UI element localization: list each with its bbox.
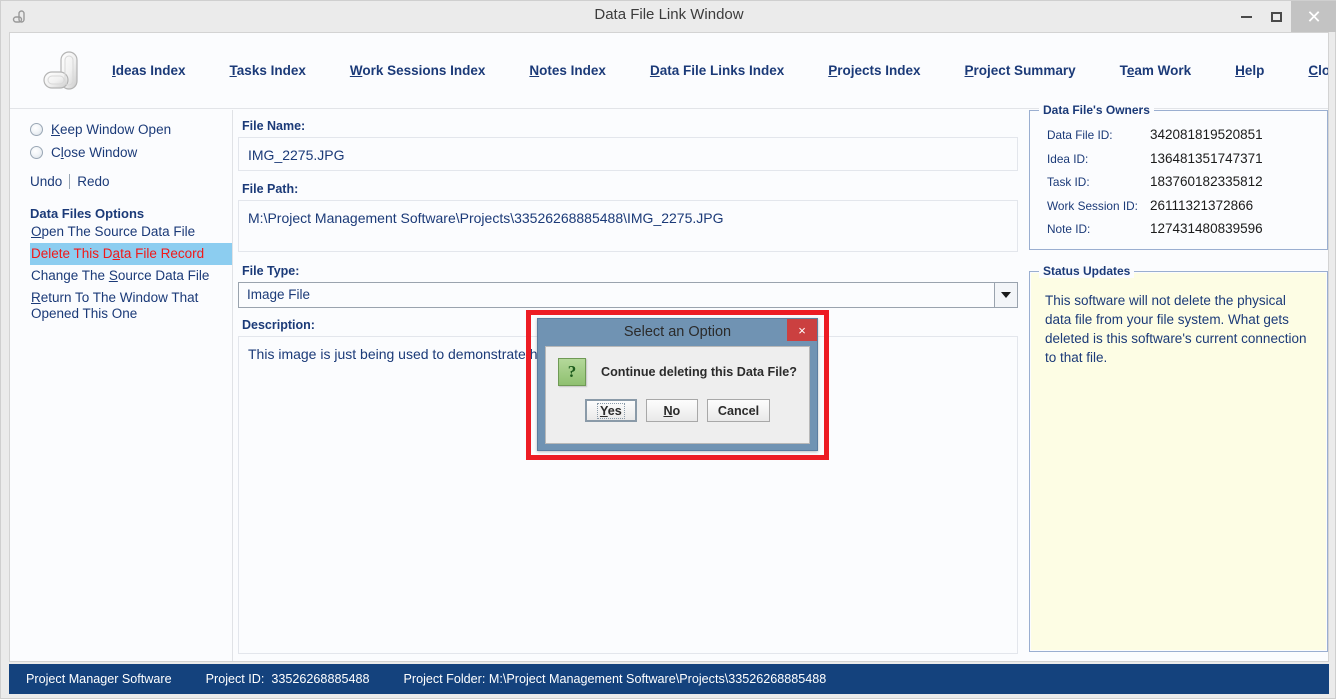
- owner-row: Note ID: 127431480839596: [1030, 221, 1327, 245]
- app-logo-icon: [7, 4, 33, 30]
- owner-row: Task ID: 183760182335812: [1030, 174, 1327, 198]
- radio-close-window-label: Close Window: [51, 145, 138, 160]
- nav-tasks-index[interactable]: Tasks Index: [230, 63, 306, 78]
- dialog-no-button[interactable]: No: [645, 399, 698, 422]
- owner-row: Data File ID: 342081819520851: [1030, 127, 1327, 151]
- radio-mark-icon: [30, 146, 43, 159]
- application-window: Data File Link Window ✕ Ideas Index Task…: [0, 0, 1336, 699]
- top-navigation-bar: Ideas Index Tasks Index Work Sessions In…: [10, 33, 1328, 109]
- nav-team-work[interactable]: Team Work: [1120, 63, 1192, 78]
- chevron-down-icon[interactable]: [995, 282, 1018, 308]
- left-sidebar: Keep Window Open Close Window Undo Redo …: [10, 110, 233, 661]
- nav-items: Ideas Index Tasks Index Work Sessions In…: [88, 63, 1328, 78]
- nav-ideas-index[interactable]: Ideas Index: [112, 63, 186, 78]
- owner-key: Note ID:: [1047, 222, 1091, 236]
- owner-value: 183760182335812: [1150, 174, 1263, 189]
- owner-key: Data File ID:: [1047, 128, 1113, 142]
- dialog-close-icon[interactable]: ×: [787, 319, 817, 341]
- owner-row: Work Session ID: 26111321372866: [1030, 198, 1327, 222]
- maximize-button[interactable]: [1261, 1, 1291, 32]
- dialog-cancel-button[interactable]: Cancel: [706, 399, 771, 422]
- nav-close-program[interactable]: Close Program: [1308, 63, 1328, 78]
- data-file-owners-group: Data File's Owners Data File ID: 3420818…: [1029, 103, 1328, 250]
- client-area: Ideas Index Tasks Index Work Sessions In…: [9, 32, 1329, 662]
- status-bar: Project Manager Software Project ID: 335…: [9, 664, 1329, 694]
- file-path-label: File Path:: [242, 182, 299, 196]
- statusbar-project-id-value: 33526268885488: [271, 672, 370, 686]
- sidebar-item-delete-data-file-record[interactable]: Delete This Data File Record: [30, 243, 232, 265]
- dialog-titlebar: Select an Option ×: [538, 319, 817, 345]
- status-updates-legend: Status Updates: [1039, 264, 1135, 278]
- dialog-buttons: Yes No Cancel: [546, 399, 809, 422]
- radio-keep-window-open[interactable]: Keep Window Open: [30, 118, 232, 141]
- statusbar-project-folder: Project Folder: M:\Project Management So…: [403, 672, 827, 686]
- undo-button[interactable]: Undo: [30, 174, 62, 189]
- dialog-message: Continue deleting this Data File?: [601, 365, 797, 379]
- close-window-button[interactable]: ✕: [1291, 1, 1336, 32]
- file-path-field[interactable]: M:\Project Management Software\Projects\…: [238, 200, 1018, 252]
- statusbar-project-id-label: Project ID:: [205, 672, 265, 686]
- undo-redo-divider: [69, 174, 71, 189]
- window-title: Data File Link Window: [594, 6, 744, 23]
- dialog-message-row: ? Continue deleting this Data File?: [546, 347, 809, 386]
- nav-work-sessions-index[interactable]: Work Sessions Index: [350, 63, 486, 78]
- owner-row: Idea ID: 136481351747371: [1030, 151, 1327, 175]
- sidebar-item-change-source-data-file[interactable]: Change The Source Data File: [30, 265, 232, 287]
- nav-help[interactable]: Help: [1235, 63, 1264, 78]
- owner-key: Task ID:: [1047, 175, 1090, 189]
- file-type-value[interactable]: Image File: [238, 282, 995, 308]
- status-updates-text: This software will not delete the physic…: [1031, 273, 1326, 650]
- statusbar-app-name: Project Manager Software: [26, 672, 172, 686]
- owner-value: 342081819520851: [1150, 127, 1263, 142]
- file-name-label: File Name:: [242, 119, 306, 133]
- minimize-button[interactable]: [1231, 1, 1261, 32]
- sidebar-item-return-to-previous-window[interactable]: Return To The Window That Opened This One: [30, 287, 232, 325]
- owner-value: 127431480839596: [1150, 221, 1263, 236]
- owner-key: Work Session ID:: [1047, 198, 1138, 213]
- radio-close-window[interactable]: Close Window: [30, 141, 232, 164]
- data-file-owners-legend: Data File's Owners: [1039, 103, 1154, 117]
- file-type-label: File Type:: [242, 264, 300, 278]
- undo-redo-group: Undo Redo: [30, 174, 232, 189]
- nav-project-summary[interactable]: Project Summary: [965, 63, 1076, 78]
- sidebar-item-open-source-data-file[interactable]: Open The Source Data File: [30, 221, 232, 243]
- dialog-title: Select an Option: [623, 324, 732, 340]
- owner-value: 136481351747371: [1150, 150, 1263, 166]
- sidebar-section-title: Data Files Options: [30, 206, 145, 221]
- dialog-body: ? Continue deleting this Data File? Yes …: [545, 346, 810, 444]
- file-type-combobox[interactable]: Image File: [238, 282, 1018, 308]
- nav-notes-index[interactable]: Notes Index: [529, 63, 606, 78]
- radio-keep-window-open-label: Keep Window Open: [51, 122, 172, 137]
- app-logo-large-icon: [36, 40, 88, 102]
- status-updates-group: Status Updates This software will not de…: [1029, 264, 1328, 652]
- nav-data-file-links-index[interactable]: Data File Links Index: [650, 63, 784, 78]
- window-controls: ✕: [1231, 1, 1336, 32]
- file-name-field[interactable]: IMG_2275.JPG: [238, 137, 1018, 171]
- nav-projects-index[interactable]: Projects Index: [828, 63, 920, 78]
- owner-value: 26111321372866: [1150, 197, 1254, 213]
- dialog-yes-button[interactable]: Yes: [584, 399, 637, 422]
- question-mark-icon: ?: [558, 358, 586, 386]
- radio-mark-icon: [30, 123, 43, 136]
- owner-key: Idea ID:: [1047, 151, 1089, 166]
- window-titlebar: Data File Link Window ✕: [1, 1, 1336, 32]
- redo-button[interactable]: Redo: [77, 174, 109, 189]
- confirm-delete-dialog: Select an Option × ? Continue deleting t…: [537, 318, 818, 451]
- right-panel: Data File's Owners Data File ID: 3420818…: [1029, 103, 1328, 661]
